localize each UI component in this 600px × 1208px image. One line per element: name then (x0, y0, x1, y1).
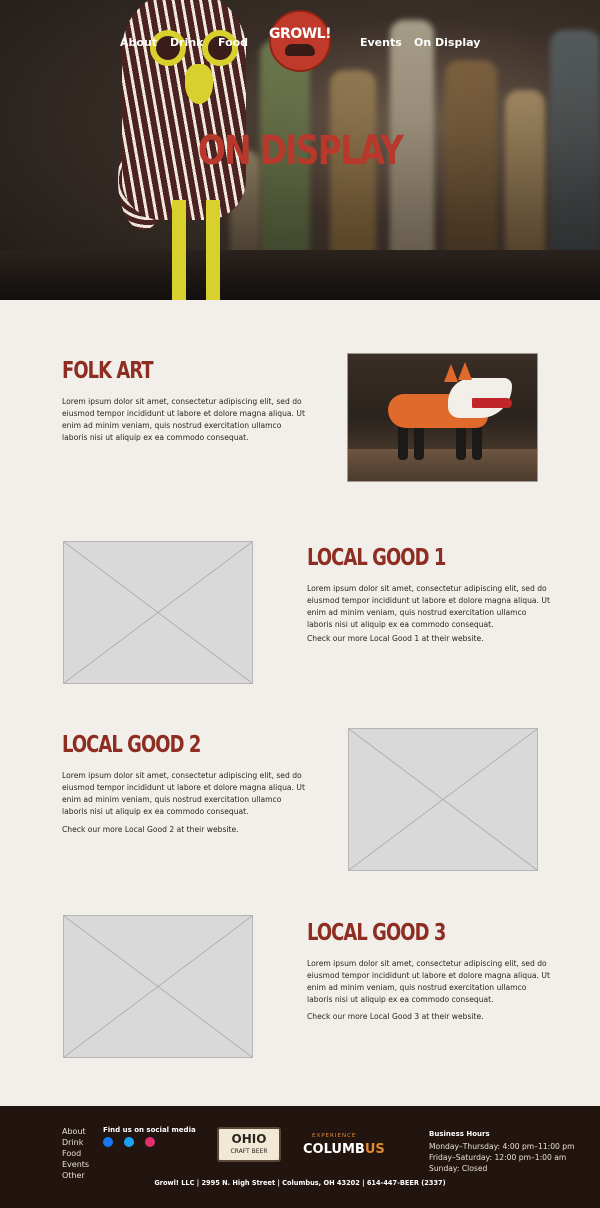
fox-ear (444, 364, 458, 382)
footer-link-food[interactable]: Food (62, 1149, 81, 1158)
hours-weekday: Monday–Thursday: 4:00 pm–11:00 pm (429, 1142, 575, 1151)
nav-about[interactable]: About (120, 36, 157, 49)
fox-leg (472, 424, 482, 460)
bear-icon (285, 44, 315, 56)
social-heading: Find us on social media (103, 1126, 196, 1134)
fox-leg (414, 424, 424, 460)
hours-weekend: Friday–Saturday: 12:00 pm–1:00 am (429, 1153, 567, 1162)
twitter-icon[interactable] (124, 1137, 134, 1147)
footer-link-drink[interactable]: Drink (62, 1138, 83, 1147)
nav-on-display[interactable]: On Display (414, 36, 480, 49)
section-title-local-good-2: LOCAL GOOD 2 (62, 732, 201, 758)
footer-link-about[interactable]: About (62, 1127, 86, 1136)
page-title: ON DISPLAY (197, 128, 404, 174)
folk-art-photo (347, 353, 538, 482)
section-title-local-good-1: LOCAL GOOD 1 (307, 545, 446, 571)
fox-leg (456, 424, 466, 460)
ohio-craft-beer-logo[interactable]: OHIO CRAFT BEER (217, 1127, 281, 1162)
hero-banner: About Drink Food GROWL! Events On Displa… (0, 0, 600, 300)
facebook-icon[interactable] (103, 1137, 113, 1147)
local-good-3-link[interactable]: Check our more Local Good 3 at their web… (307, 1012, 484, 1021)
table-surface (348, 449, 537, 481)
owl-leg (172, 200, 186, 300)
section-title-folk-art: FOLK ART (62, 358, 154, 384)
bar-shelf (0, 250, 600, 300)
hours-heading: Business Hours (429, 1130, 490, 1138)
growl-logo[interactable]: GROWL! (269, 10, 331, 72)
nav-food[interactable]: Food (218, 36, 248, 49)
section-body-local-good-2: Lorem ipsum dolor sit amet, consectetur … (62, 771, 305, 816)
image-placeholder-local-good-3 (63, 915, 253, 1058)
owl-beak (185, 64, 213, 104)
footer-address: Growl! LLC | 2995 N. High Street | Colum… (154, 1179, 446, 1187)
hours-sunday: Sunday: Closed (429, 1164, 488, 1173)
columbus-highlight: US (364, 1142, 385, 1157)
fox-leg (398, 424, 408, 460)
section-body-local-good-1: Lorem ipsum dolor sit amet, consectetur … (307, 584, 550, 629)
section-body-local-good-3: Lorem ipsum dolor sit amet, consectetur … (307, 959, 550, 1004)
footer-link-events[interactable]: Events (62, 1160, 89, 1169)
columbus-text: COLUMB (303, 1142, 365, 1157)
section-body-folk-art: Lorem ipsum dolor sit amet, consectetur … (62, 397, 305, 442)
logo-text: GROWL! (269, 26, 331, 42)
nav-drink[interactable]: Drink (170, 36, 203, 49)
image-placeholder-local-good-2 (348, 728, 538, 871)
fox-ear (458, 362, 472, 380)
nav-events[interactable]: Events (360, 36, 402, 49)
instagram-icon[interactable] (145, 1137, 155, 1147)
experience-columbus-logo[interactable]: COLUMBUS (303, 1142, 385, 1157)
owl-leg (206, 200, 220, 300)
image-placeholder-local-good-1 (63, 541, 253, 684)
local-good-2-link[interactable]: Check our more Local Good 2 at their web… (62, 825, 239, 834)
ohio-logo-bottom: CRAFT BEER (230, 1148, 268, 1155)
fox-mouth (472, 398, 512, 408)
experience-columbus-small: EXPERIENCE (312, 1133, 357, 1139)
ohio-logo-top: OHIO (231, 1132, 267, 1146)
section-title-local-good-3: LOCAL GOOD 3 (307, 920, 446, 946)
local-good-1-link[interactable]: Check our more Local Good 1 at their web… (307, 634, 484, 643)
